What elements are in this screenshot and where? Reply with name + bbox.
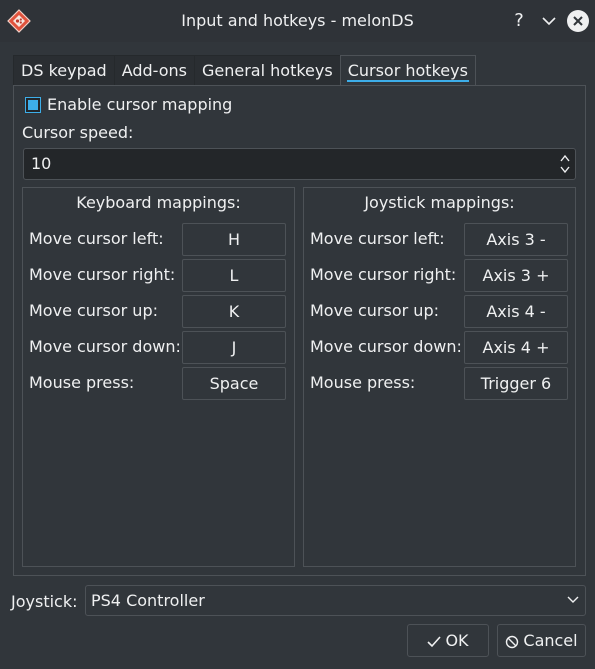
- joy-move-left-button[interactable]: Axis 3 -: [464, 223, 568, 256]
- move-cursor-right-label: Move cursor right:: [310, 265, 457, 284]
- map-row: Move cursor right: Axis 3 +: [310, 259, 570, 292]
- map-row: Move cursor right: L: [29, 259, 289, 292]
- mouse-press-label: Mouse press:: [29, 373, 135, 392]
- help-button[interactable]: ?: [508, 10, 530, 32]
- minimize-button[interactable]: [538, 10, 560, 32]
- enable-cursor-mapping-row[interactable]: Enable cursor mapping: [25, 95, 232, 114]
- joy-mouse-press-button[interactable]: Trigger 6: [464, 367, 568, 400]
- checkmark-icon: [427, 635, 442, 647]
- cancel-button[interactable]: Cancel: [497, 624, 586, 657]
- map-row: Mouse press: Trigger 6: [310, 367, 570, 400]
- move-cursor-down-label: Move cursor down:: [29, 337, 181, 356]
- joystick-mappings-title: Joystick mappings:: [364, 193, 515, 212]
- enable-cursor-mapping-checkbox[interactable]: [25, 96, 41, 113]
- cancel-icon: [506, 635, 519, 648]
- joy-move-down-button[interactable]: Axis 4 +: [464, 331, 568, 364]
- tab-add-ons[interactable]: Add-ons: [113, 55, 195, 86]
- keyboard-mappings-group: Keyboard mappings: Move cursor left: H M…: [22, 187, 295, 567]
- joy-move-up-button[interactable]: Axis 4 -: [464, 295, 568, 328]
- close-icon: [573, 16, 583, 26]
- map-row: Move cursor left: H: [29, 223, 289, 256]
- title-bar[interactable]: Input and hotkeys - melonDS ?: [0, 0, 595, 42]
- map-row: Move cursor down: Axis 4 +: [310, 331, 570, 364]
- cursor-speed-value[interactable]: 10: [31, 154, 51, 173]
- mouse-press-label: Mouse press:: [310, 373, 416, 392]
- map-row: Mouse press: Space: [29, 367, 289, 400]
- kbd-move-up-button[interactable]: K: [182, 295, 286, 328]
- kbd-move-down-button[interactable]: J: [182, 331, 286, 364]
- map-row: Move cursor up: K: [29, 295, 289, 328]
- window-title: Input and hotkeys - melonDS: [181, 11, 414, 30]
- kbd-move-right-button[interactable]: L: [182, 259, 286, 292]
- close-button[interactable]: [567, 10, 589, 32]
- move-cursor-up-label: Move cursor up:: [29, 301, 158, 320]
- ok-button[interactable]: OK: [407, 624, 489, 657]
- chevron-down-icon[interactable]: [567, 596, 579, 604]
- tab-cursor-hotkeys[interactable]: Cursor hotkeys: [339, 55, 476, 86]
- tab-ds-keypad[interactable]: DS keypad: [13, 55, 115, 86]
- joystick-mappings-group: Joystick mappings: Move cursor left: Axi…: [303, 187, 576, 567]
- tab-general-hotkeys[interactable]: General hotkeys: [194, 55, 341, 86]
- move-cursor-left-label: Move cursor left:: [29, 229, 164, 248]
- tab-bar: DS keypad Add-ons General hotkeys Cursor…: [13, 55, 476, 86]
- move-cursor-down-label: Move cursor down:: [310, 337, 462, 356]
- cancel-button-label[interactable]: Cancel: [523, 631, 577, 650]
- move-cursor-up-label: Move cursor up:: [310, 301, 439, 320]
- joystick-select[interactable]: PS4 Controller: [85, 585, 586, 616]
- map-row: Move cursor up: Axis 4 -: [310, 295, 570, 328]
- keyboard-mappings-title: Keyboard mappings:: [76, 193, 241, 212]
- kbd-move-left-button[interactable]: H: [182, 223, 286, 256]
- ok-button-label[interactable]: OK: [445, 631, 468, 650]
- spin-arrows-icon[interactable]: [560, 153, 570, 175]
- chevron-down-icon: [542, 17, 556, 26]
- cursor-speed-label: Cursor speed:: [22, 123, 134, 142]
- map-row: Move cursor left: Axis 3 -: [310, 223, 570, 256]
- map-row: Move cursor down: J: [29, 331, 289, 364]
- enable-cursor-mapping-label[interactable]: Enable cursor mapping: [47, 95, 232, 114]
- cursor-speed-spinbox[interactable]: 10: [23, 148, 576, 180]
- move-cursor-right-label: Move cursor right:: [29, 265, 176, 284]
- cursor-hotkeys-panel: Enable cursor mapping Cursor speed: 10 K…: [13, 85, 586, 576]
- joystick-label: Joystick:: [11, 592, 78, 611]
- kbd-mouse-press-button[interactable]: Space: [182, 367, 286, 400]
- joy-move-right-button[interactable]: Axis 3 +: [464, 259, 568, 292]
- dialog-window: Input and hotkeys - melonDS ? DS keypad …: [0, 0, 595, 669]
- move-cursor-left-label: Move cursor left:: [310, 229, 445, 248]
- joystick-selected-value[interactable]: PS4 Controller: [91, 591, 205, 610]
